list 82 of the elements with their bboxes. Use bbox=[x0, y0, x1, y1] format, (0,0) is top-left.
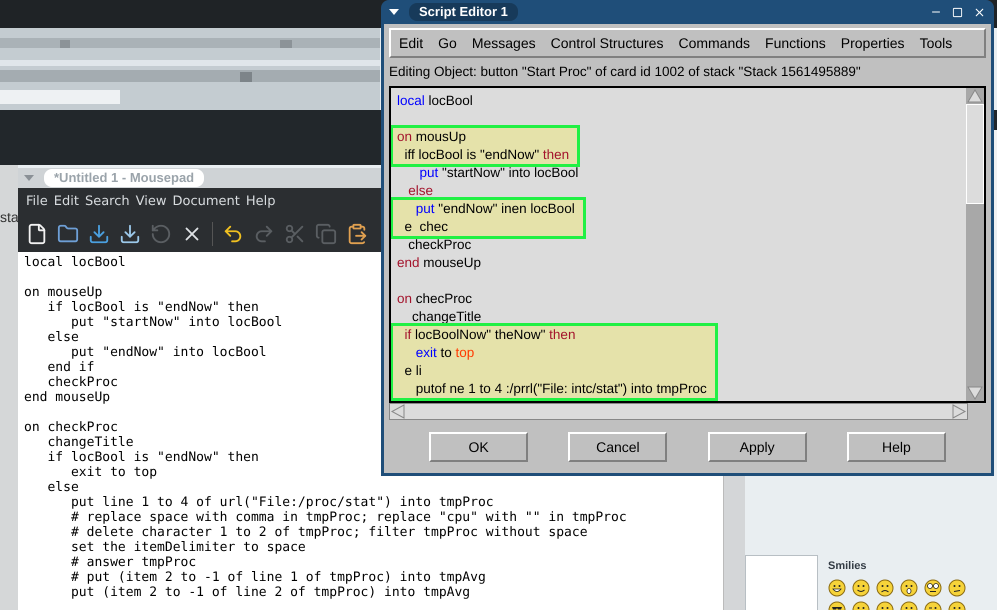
code-line: put "endNow" into locBool bbox=[70, 345, 267, 360]
menu-item[interactable]: File bbox=[26, 192, 48, 212]
menu-item[interactable]: Help bbox=[246, 192, 276, 212]
smilies-heading: Smilies bbox=[828, 559, 868, 574]
new-file-icon[interactable] bbox=[26, 222, 48, 244]
code-line: put line 1 to 4 of url("File:/proc/stat") into tmpProc bbox=[70, 495, 494, 510]
code-line: if locBoolNow" theNow" then bbox=[404, 326, 576, 344]
save-as-icon[interactable] bbox=[119, 222, 141, 244]
code-line: changeTitle bbox=[411, 308, 482, 326]
code-line: # answer tmpProc bbox=[70, 555, 196, 570]
code-line: if locBool is "endNow" then bbox=[46, 450, 259, 465]
window-text-fragment: sta bbox=[0, 210, 19, 224]
smiley-icon[interactable] bbox=[924, 578, 942, 596]
code-line: exit to top bbox=[414, 344, 474, 362]
code-line: local locBool bbox=[24, 255, 126, 270]
dialog-button[interactable]: OK bbox=[429, 432, 528, 462]
menu-item[interactable]: Properties bbox=[840, 32, 905, 54]
scroll-left-arrow-icon[interactable] bbox=[390, 404, 406, 419]
folder-icon[interactable] bbox=[57, 222, 79, 244]
code-line: # replace space with comma in tmpProc; replace "cpu" with "" in tmpProc bbox=[70, 510, 627, 525]
scrollbar[interactable] bbox=[723, 476, 745, 610]
dialog-button[interactable]: Help bbox=[846, 432, 946, 462]
code-line: put "startNow" into locBool bbox=[70, 315, 282, 330]
save-icon[interactable] bbox=[88, 222, 110, 244]
menu-item[interactable]: View bbox=[136, 192, 166, 212]
code-line: local locBool bbox=[397, 92, 473, 110]
undo-icon[interactable] bbox=[222, 222, 244, 244]
code-line: else bbox=[46, 480, 79, 495]
scroll-right-arrow-icon[interactable] bbox=[951, 404, 967, 419]
editing-object-label: Editing Object: button "Start Proc" of card id 1002 of stack "Stack 1561495889" bbox=[389, 63, 862, 81]
code-line: iff locBool is "endNow" then bbox=[404, 146, 570, 164]
code-line: end mouseUp bbox=[397, 254, 482, 272]
smiley-icon[interactable] bbox=[876, 578, 894, 596]
code-editor[interactable] bbox=[391, 88, 966, 401]
code-line: on checkProc bbox=[24, 420, 118, 435]
code-line: else bbox=[46, 330, 79, 345]
smiley-icon[interactable] bbox=[900, 578, 918, 596]
menu-item[interactable]: Tools bbox=[920, 32, 952, 54]
code-line: on checProc bbox=[397, 290, 472, 308]
menu-item[interactable]: Document bbox=[172, 192, 240, 212]
code-line: end mouseUp bbox=[24, 390, 110, 405]
window-title: *Untitled 1 - Mousepad bbox=[44, 169, 204, 187]
smiley-icon[interactable] bbox=[852, 578, 870, 596]
code-line: exit to top bbox=[70, 465, 158, 480]
dialog-button[interactable]: Cancel bbox=[568, 432, 668, 462]
close-icon[interactable] bbox=[973, 6, 986, 18]
vertical-scrollbar[interactable] bbox=[966, 88, 984, 401]
code-line: else bbox=[407, 182, 434, 200]
dialog-button[interactable]: Apply bbox=[708, 432, 807, 462]
code-line: if locBool is "endNow" then bbox=[46, 300, 259, 315]
code-line: putof ne 1 to 4 :/prrl("File: intc/stat") into tmpProc bbox=[414, 380, 707, 398]
maximize-icon[interactable] bbox=[952, 6, 963, 18]
code-line: changeTitle bbox=[46, 435, 134, 450]
scroll-down-arrow-icon[interactable] bbox=[966, 385, 984, 401]
code-line: on mousUp bbox=[397, 128, 466, 146]
dropdown-triangle-icon[interactable] bbox=[389, 9, 399, 15]
menu-item[interactable]: Edit bbox=[399, 32, 424, 54]
horizontal-scrollbar[interactable] bbox=[389, 403, 968, 420]
code-line: put "startNow" into locBool bbox=[418, 164, 578, 182]
smiley-icon[interactable] bbox=[948, 578, 966, 596]
code-line: put "endNow" inen locBool bbox=[414, 200, 575, 218]
code-line: set the itemDelimiter to space bbox=[70, 540, 306, 555]
code-line: # delete character 1 to 2 of tmpProc; filter tmpProc without space bbox=[70, 525, 588, 540]
menu-item[interactable]: Control Structures bbox=[550, 32, 664, 54]
scroll-up-arrow-icon[interactable] bbox=[966, 88, 984, 104]
code-line: checkProc bbox=[407, 236, 472, 254]
code-line: on mouseUp bbox=[24, 285, 102, 300]
menu-item[interactable]: Functions bbox=[765, 32, 826, 54]
window-title: Script Editor 1 bbox=[409, 3, 518, 21]
smiley-icon[interactable] bbox=[828, 578, 846, 596]
code-line: e li bbox=[404, 362, 422, 380]
menu-item[interactable]: Messages bbox=[472, 32, 536, 54]
paste-icon[interactable] bbox=[346, 222, 368, 244]
menu-item[interactable]: Edit bbox=[54, 192, 79, 212]
code-line: put (item 2 to -1 of line 2 of tmpProc) into tmpAvg bbox=[70, 585, 470, 600]
menu-item[interactable]: Go bbox=[438, 32, 457, 54]
code-line: e chec bbox=[404, 218, 448, 236]
code-line: # put (item 2 to -1 of line 1 of tmpProc) into tmpAvg bbox=[70, 570, 486, 585]
menu-item[interactable]: Search bbox=[84, 192, 130, 212]
menu-item[interactable]: Commands bbox=[678, 32, 750, 54]
code-line: end if bbox=[46, 360, 94, 375]
code-line: checkProc bbox=[46, 375, 118, 390]
